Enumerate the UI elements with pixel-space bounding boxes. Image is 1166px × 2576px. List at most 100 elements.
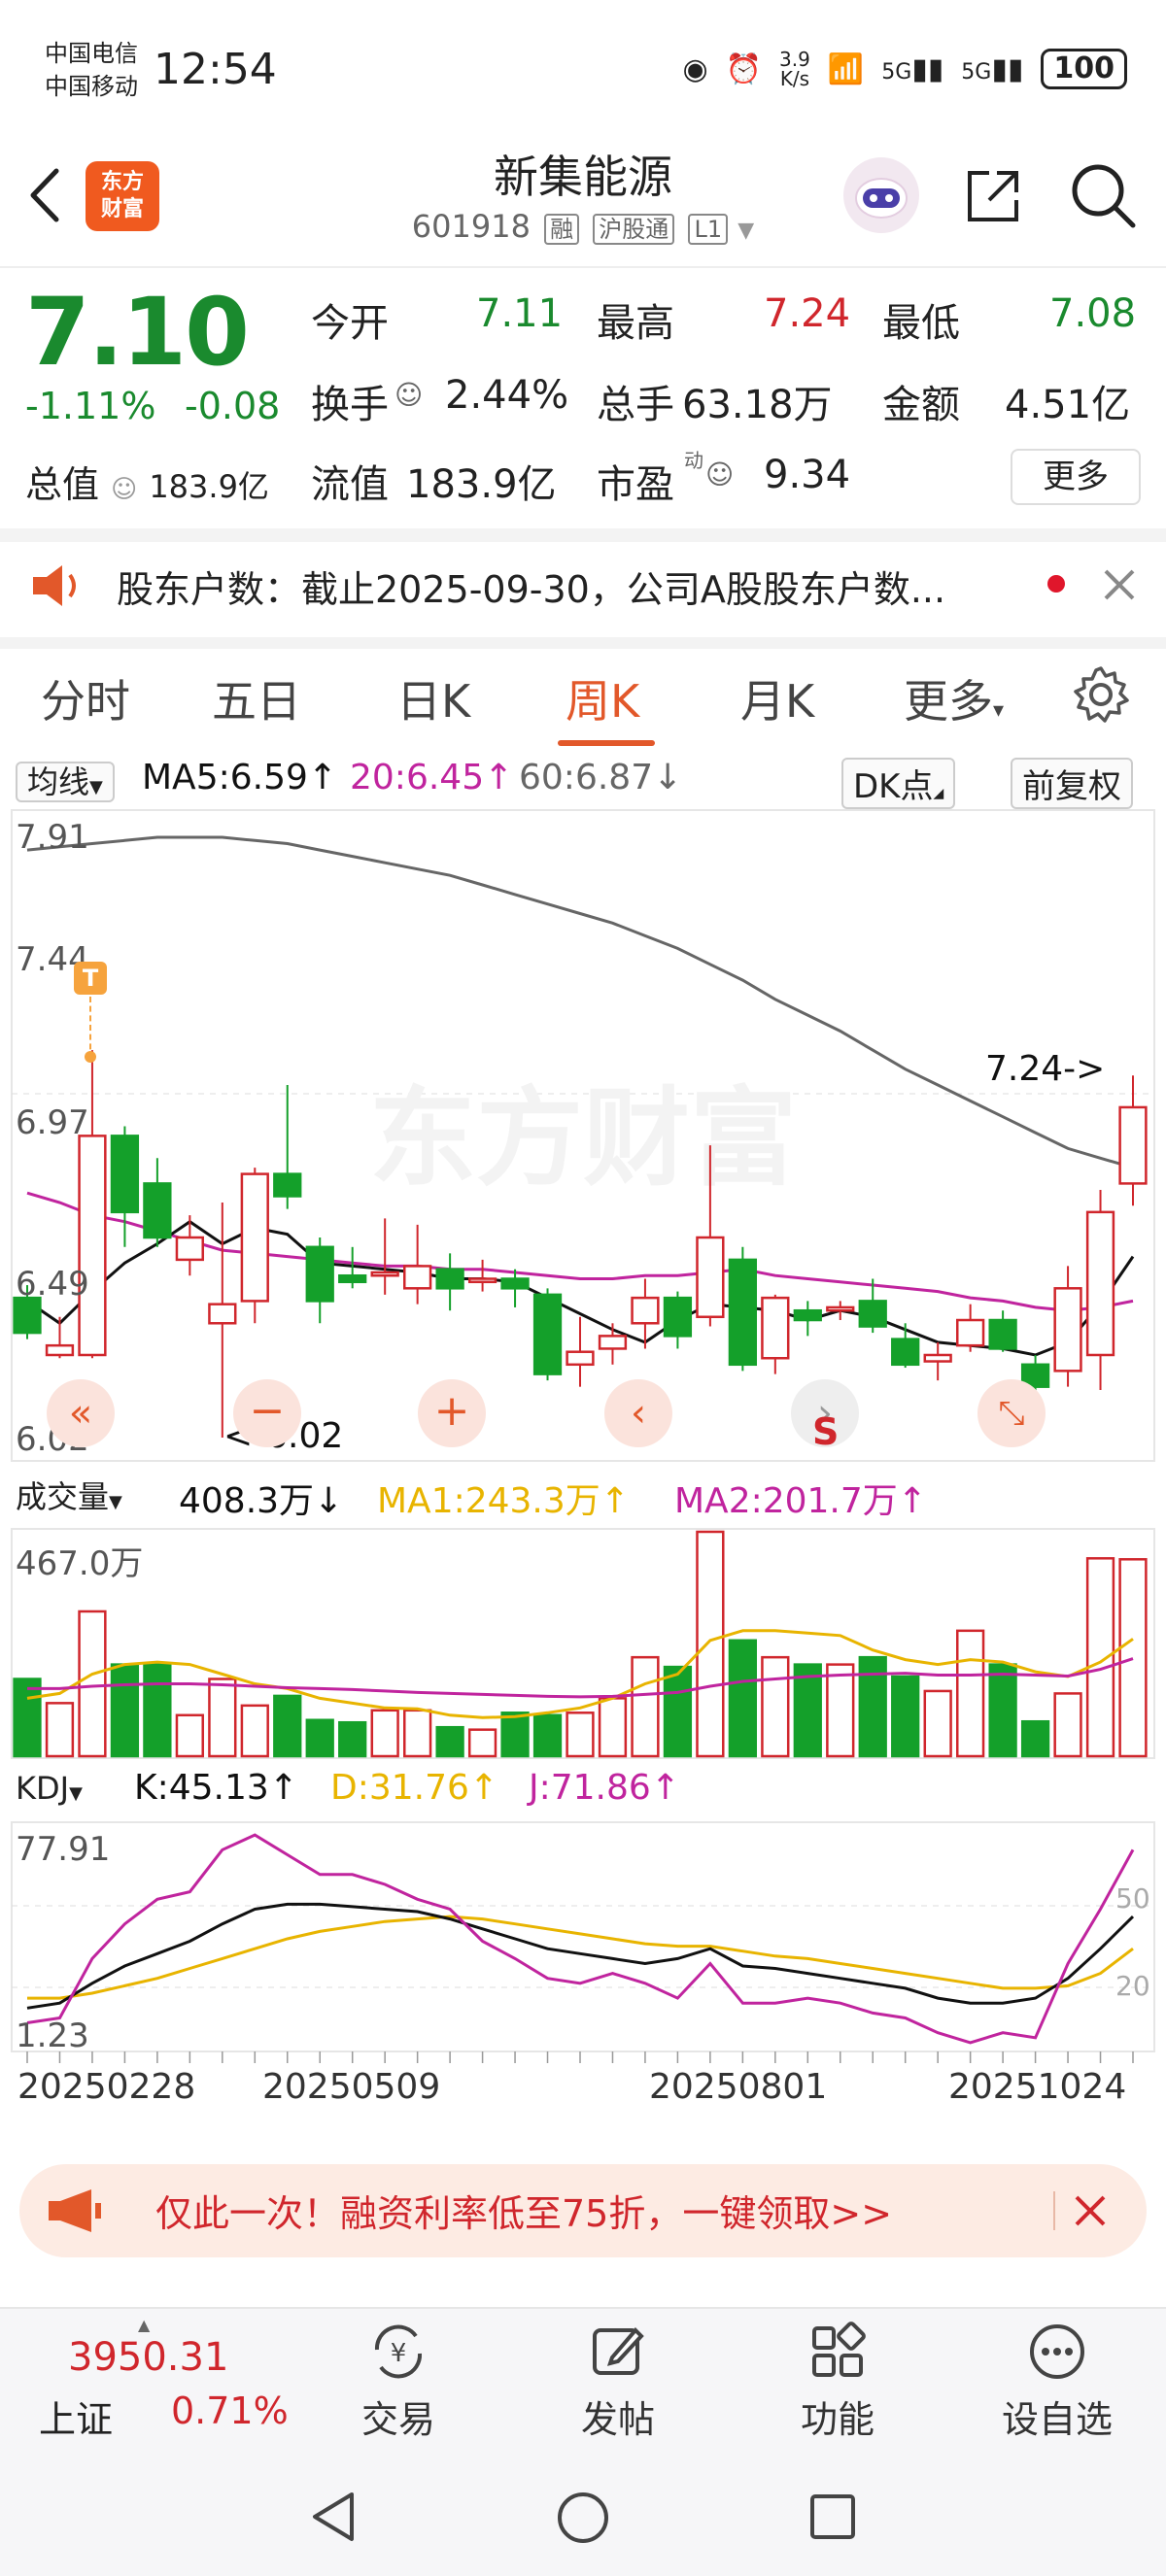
volume-bar — [305, 1718, 334, 1758]
volume-bars — [13, 1530, 1148, 1758]
candle-body — [403, 1265, 432, 1290]
grid-icon — [760, 2318, 915, 2386]
candle-body — [45, 1343, 75, 1357]
index-value[interactable]: 3950.31 — [68, 2335, 228, 2380]
candle-body — [240, 1172, 269, 1303]
volume-bar — [78, 1610, 107, 1758]
kdj-selector[interactable]: KDJ▼ — [16, 1768, 83, 1808]
price-axis-label: 7.91 — [16, 818, 89, 857]
candle-body — [631, 1296, 660, 1325]
candle-body — [273, 1172, 302, 1198]
candle-body — [338, 1273, 367, 1284]
t-marker-icon[interactable]: T — [74, 962, 107, 995]
date-label: 20250228 — [17, 2067, 196, 2107]
candle — [761, 1294, 790, 1374]
kdj-d-line — [27, 1915, 1134, 2000]
candle-body — [500, 1277, 530, 1290]
candle-body — [175, 1236, 204, 1262]
volume-bar — [826, 1663, 855, 1758]
volume-bar — [631, 1655, 660, 1758]
candle-body — [923, 1353, 952, 1363]
kdj-j-value: J:71.86↑ — [529, 1768, 680, 1808]
fullscreen-icon[interactable]: ⤡ — [977, 1379, 1046, 1447]
system-back-icon[interactable] — [309, 2491, 358, 2543]
candle — [988, 1310, 1017, 1352]
nav-trade-label: 交易 — [360, 2398, 435, 2441]
chevron-down-icon: ▼ — [69, 1783, 83, 1804]
volume-bar — [923, 1689, 952, 1758]
candle — [435, 1253, 464, 1311]
candle — [403, 1224, 432, 1305]
candle — [273, 1085, 302, 1209]
volume-bar — [532, 1713, 563, 1758]
candle — [143, 1158, 172, 1247]
nav-watchlist[interactable]: 设自选 — [979, 2318, 1135, 2443]
volume-bar — [663, 1665, 693, 1758]
close-promo-icon[interactable] — [1073, 2193, 1108, 2228]
volume-selector[interactable]: 成交量▼ — [16, 1473, 122, 1517]
nav-trade[interactable]: ¥ 交易 — [321, 2318, 476, 2443]
volume-bar — [1118, 1558, 1148, 1758]
price-axis-label: 6.97 — [16, 1103, 89, 1142]
candle-body — [761, 1296, 790, 1360]
more-dots-icon — [979, 2318, 1135, 2386]
volume-bar — [956, 1629, 985, 1758]
candle-body — [1053, 1287, 1082, 1373]
candle — [566, 1316, 595, 1387]
system-home-icon[interactable] — [556, 2491, 610, 2545]
nav-watchlist-label: 设自选 — [1001, 2398, 1113, 2441]
nav-post-label: 发帖 — [580, 2398, 655, 2441]
volume-selector-label: 成交量 — [16, 1478, 110, 1515]
edit-icon — [540, 2318, 696, 2386]
candle-body — [435, 1268, 464, 1290]
volume-bar — [370, 1709, 399, 1758]
volume-bar — [13, 1678, 42, 1758]
index-name[interactable]: 上证 — [39, 2390, 113, 2443]
kdj-k-value: K:45.13↑ — [134, 1768, 298, 1808]
candle — [110, 1126, 140, 1247]
scroll-to-start-icon[interactable]: « — [47, 1379, 115, 1447]
scroll-left-icon[interactable]: ‹ — [604, 1379, 672, 1447]
candle — [891, 1323, 920, 1369]
candle — [370, 1218, 399, 1295]
kdj-d-polyline — [27, 1915, 1134, 2000]
nav-functions[interactable]: 功能 — [760, 2318, 915, 2443]
high-marker: 7.24-> — [985, 1049, 1106, 1089]
zoom-in-icon[interactable]: + — [418, 1379, 486, 1447]
volume-value: 408.3万↓ — [179, 1481, 344, 1521]
candle-body — [891, 1338, 920, 1367]
candle — [175, 1215, 204, 1276]
kdj-bottom-label: 1.23 — [16, 2017, 89, 2055]
volume-bar — [891, 1675, 920, 1758]
watermark-logo: 东方财富 — [369, 1076, 797, 1201]
volume-bar — [338, 1720, 367, 1758]
promo-text[interactable]: 仅此一次！融资利率低至75折，一键领取>> — [155, 2184, 892, 2237]
chevron-down-icon: ▼ — [109, 1492, 122, 1512]
caret-up-icon: ▲ — [138, 2316, 151, 2334]
volume-bar — [988, 1663, 1017, 1758]
trade-icon: ¥ — [321, 2318, 476, 2386]
candle-body — [208, 1303, 237, 1325]
volume-ma1: MA1:243.3万↑ — [377, 1481, 630, 1521]
candle-body — [598, 1335, 628, 1350]
candle — [1053, 1266, 1082, 1387]
price-axis-label: 6.49 — [16, 1265, 89, 1304]
kdj-k-line — [26, 1902, 1135, 2010]
candle-body — [858, 1300, 887, 1328]
nav-post[interactable]: 发帖 — [540, 2318, 696, 2443]
candle — [826, 1301, 855, 1321]
candle — [467, 1259, 497, 1292]
date-label: 20250509 — [262, 2067, 441, 2107]
candle — [78, 1050, 107, 1359]
candle-body — [663, 1296, 693, 1338]
candle-body — [1085, 1210, 1115, 1357]
index-change: 0.71% — [171, 2390, 289, 2432]
volume-max-label: 467.0万 — [16, 1544, 144, 1583]
system-recents-icon[interactable] — [808, 2492, 857, 2541]
zoom-out-icon[interactable]: − — [233, 1379, 301, 1447]
candle — [1118, 1075, 1148, 1206]
volume-bar — [696, 1530, 725, 1758]
candle-body — [305, 1245, 334, 1303]
t-marker-dot — [85, 1051, 96, 1063]
candle-body — [826, 1305, 855, 1312]
